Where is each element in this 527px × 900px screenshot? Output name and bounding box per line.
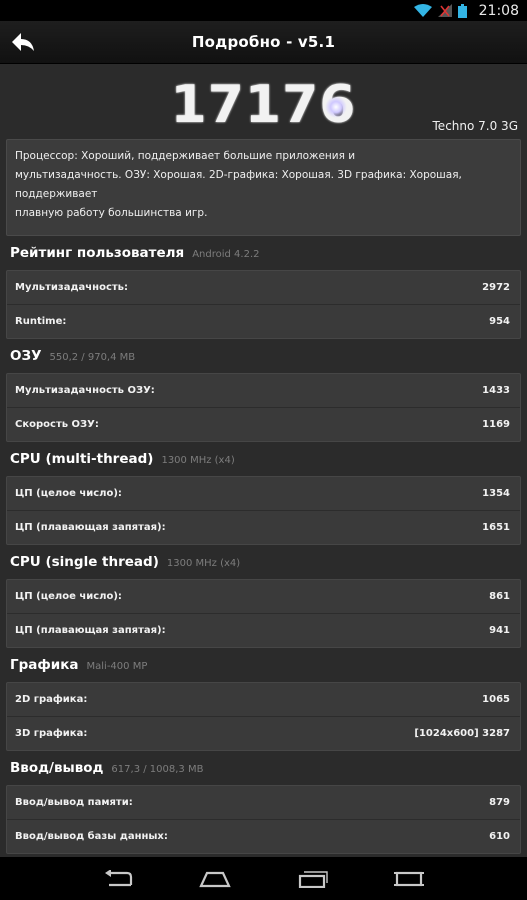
score-panel: 17176 Techno 7.0 3G: [0, 63, 527, 139]
result-value: 1354: [482, 488, 510, 499]
result-row: Ввод/вывод памяти: 879: [7, 786, 520, 819]
status-bar: 21:08: [0, 0, 527, 21]
home-icon[interactable]: [199, 870, 232, 888]
section-title: ОЗУ: [10, 348, 42, 364]
section-title: Рейтинг пользователя: [10, 245, 185, 261]
section-subtitle: 1300 MHz (x4): [161, 455, 235, 466]
result-label: ЦП (плавающая запятая):: [15, 522, 166, 533]
result-row: 2D графика: 1065: [7, 683, 520, 716]
app-bar: Подробно - v5.1: [0, 21, 527, 64]
section-card: Ввод/вывод памяти: 879 Ввод/вывод базы д…: [6, 785, 521, 854]
result-label: 3D графика:: [15, 728, 88, 739]
result-label: Мультизадачность:: [15, 282, 128, 293]
section-subtitle: 1300 MHz (x4): [166, 558, 241, 569]
score-glow-decoration: [325, 96, 347, 118]
section-title: CPU (single thread): [10, 554, 159, 570]
section-header-cpu-single: CPU (single thread) 1300 MHz (x4): [0, 545, 527, 579]
result-value: 941: [489, 625, 510, 636]
section-subtitle: Mali-400 MP: [86, 661, 148, 672]
summary-line-3: плавную работу большинства игр.: [15, 207, 208, 219]
result-row: ЦП (целое число): 861: [7, 580, 520, 613]
section-title: Ввод/вывод: [10, 760, 104, 776]
result-row: 3D графика: [1024x600] 3287: [7, 716, 520, 750]
section-header-user-rating: Рейтинг пользователя Android 4.2.2: [0, 236, 527, 270]
section-header-ram: ОЗУ 550,2 / 970,4 MB: [0, 339, 527, 373]
section-title: Графика: [10, 657, 79, 673]
result-value: [1024x600] 3287: [414, 728, 510, 739]
details-content: 17176 Techno 7.0 3G Процессор: Хороший, …: [0, 63, 527, 857]
result-label: ЦП (целое число):: [15, 488, 122, 499]
back-nav-icon[interactable]: [103, 869, 133, 888]
section-card: ЦП (целое число): 1354 ЦП (плавающая зап…: [6, 476, 521, 545]
summary-line-1: Процессор: Хороший, поддерживает большие…: [15, 150, 356, 162]
section-header-graphics: Графика Mali-400 MP: [0, 648, 527, 682]
result-row: Мультизадачность ОЗУ: 1433: [7, 374, 520, 407]
battery-icon: [457, 3, 467, 18]
section-header-cpu-multi: CPU (multi-thread) 1300 MHz (x4): [0, 442, 527, 476]
result-value: 954: [489, 316, 510, 327]
result-value: 879: [489, 797, 510, 808]
system-nav-bar: [0, 857, 527, 900]
result-label: 2D графика:: [15, 694, 88, 705]
section-card: ЦП (целое число): 861 ЦП (плавающая запя…: [6, 579, 521, 648]
summary-text: Процессор: Хороший, поддерживает большие…: [6, 139, 521, 236]
result-label: ЦП (целое число):: [15, 591, 122, 602]
screenshot-icon[interactable]: [393, 870, 424, 888]
result-row: ЦП (плавающая запятая): 1651: [7, 510, 520, 544]
section-card: Мультизадачность: 2972 Runtime: 954: [6, 270, 521, 339]
result-label: Ввод/вывод базы данных:: [15, 831, 168, 842]
section-subtitle: 617,3 / 1008,3 MB: [111, 764, 204, 775]
result-value: 861: [489, 591, 510, 602]
result-row: Ввод/вывод базы данных: 610: [7, 819, 520, 853]
result-label: Мультизадачность ОЗУ:: [15, 385, 155, 396]
clock: 21:08: [478, 2, 519, 19]
result-value: 1433: [482, 385, 510, 396]
result-row: ЦП (плавающая запятая): 941: [7, 613, 520, 647]
section-header-io: Ввод/вывод 617,3 / 1008,3 MB: [0, 751, 527, 785]
section-card: 2D графика: 1065 3D графика: [1024x600] …: [6, 682, 521, 751]
result-row: Runtime: 954: [7, 304, 520, 338]
result-label: Ввод/вывод памяти:: [15, 797, 133, 808]
result-label: ЦП (плавающая запятая):: [15, 625, 166, 636]
result-value: 1169: [482, 419, 510, 430]
device-name: Techno 7.0 3G: [432, 119, 518, 133]
wifi-icon: [413, 4, 432, 17]
section-subtitle: Android 4.2.2: [192, 249, 260, 260]
section-title: CPU (multi-thread): [10, 451, 154, 467]
section-card: Мультизадачность ОЗУ: 1433 Скорость ОЗУ:…: [6, 373, 521, 442]
summary-line-2: мультизадачность. ОЗУ: Хорошая. 2D-графи…: [15, 169, 462, 200]
result-value: 610: [489, 831, 510, 842]
result-row: ЦП (целое число): 1354: [7, 477, 520, 510]
result-value: 1065: [482, 694, 510, 705]
page-title: Подробно - v5.1: [191, 33, 336, 51]
result-label: Скорость ОЗУ:: [15, 419, 99, 430]
back-arrow-icon[interactable]: [11, 31, 35, 53]
result-label: Runtime:: [15, 316, 67, 327]
result-row: Мультизадачность: 2972: [7, 271, 520, 304]
result-row: Скорость ОЗУ: 1169: [7, 407, 520, 441]
recent-apps-icon[interactable]: [298, 870, 328, 888]
result-value: 1651: [482, 522, 510, 533]
signal-off-icon: [437, 4, 452, 17]
result-value: 2972: [482, 282, 510, 293]
section-subtitle: 550,2 / 970,4 MB: [49, 352, 136, 363]
